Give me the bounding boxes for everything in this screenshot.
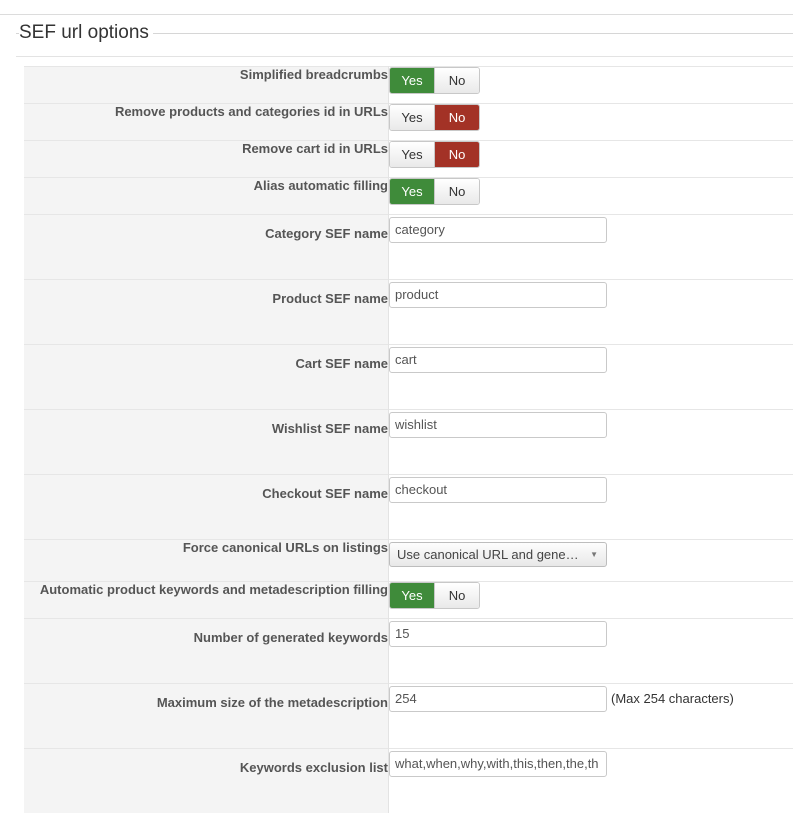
row-product-sef: Product SEF name product [24,280,793,345]
label-category-sef: Category SEF name [24,215,389,280]
row-keywords-exclusion: Keywords exclusion list what,when,why,wi… [24,749,793,813]
label-cart-sef: Cart SEF name [24,345,389,410]
yes-option[interactable]: Yes [390,179,434,204]
max-meta-hint: (Max 254 characters) [611,691,734,706]
yes-option[interactable]: Yes [390,105,434,130]
yes-option[interactable]: Yes [390,142,434,167]
label-remove-cart-id: Remove cart id in URLs [24,141,389,178]
section-title: SEF url options [19,20,153,46]
label-force-canonical: Force canonical URLs on listings [24,540,389,582]
force-canonical-selected: Use canonical URL and gene… [397,547,579,562]
row-wishlist-sef: Wishlist SEF name wishlist [24,410,793,475]
row-checkout-sef: Checkout SEF name checkout [24,475,793,540]
label-checkout-sef: Checkout SEF name [24,475,389,540]
section-divider [16,56,793,57]
fieldset-legend: SEF url options [16,20,793,46]
row-auto-keywords: Automatic product keywords and metadescr… [24,582,793,619]
yes-option[interactable]: Yes [390,583,434,608]
no-option[interactable]: No [434,68,479,93]
checkout-sef-input[interactable]: checkout [389,477,607,503]
label-product-sef: Product SEF name [24,280,389,345]
force-canonical-select[interactable]: Use canonical URL and gene… ▼ [389,542,607,567]
toggle-alias-auto[interactable]: YesNo [389,178,480,205]
toggle-auto-keywords[interactable]: YesNo [389,582,480,609]
top-divider [0,14,793,15]
row-force-canonical: Force canonical URLs on listings Use can… [24,540,793,582]
label-max-meta: Maximum size of the metadescription [24,684,389,749]
row-max-meta: Maximum size of the metadescription 254 … [24,684,793,749]
cart-sef-input[interactable]: cart [389,347,607,373]
label-auto-keywords: Automatic product keywords and metadescr… [24,582,389,619]
no-option[interactable]: No [434,583,479,608]
product-sef-input[interactable]: product [389,282,607,308]
toggle-remove-cart-id[interactable]: YesNo [389,141,480,168]
label-wishlist-sef: Wishlist SEF name [24,410,389,475]
row-alias-auto: Alias automatic filling YesNo [24,178,793,215]
yes-option[interactable]: Yes [390,68,434,93]
dropdown-caret-icon: ▼ [590,543,598,566]
category-sef-input[interactable]: category [389,217,607,243]
row-cart-sef: Cart SEF name cart [24,345,793,410]
toggle-remove-ids[interactable]: YesNo [389,104,480,131]
keywords-exclusion-input[interactable]: what,when,why,with,this,then,the,th [389,751,607,777]
label-keywords-exclusion: Keywords exclusion list [24,749,389,813]
label-alias-auto: Alias automatic filling [24,178,389,215]
wishlist-sef-input[interactable]: wishlist [389,412,607,438]
max-meta-input[interactable]: 254 [389,686,607,712]
label-simplified-breadcrumbs: Simplified breadcrumbs [24,67,389,104]
no-option[interactable]: No [434,142,479,167]
row-remove-cart-id: Remove cart id in URLs YesNo [24,141,793,178]
sef-options-table: Simplified breadcrumbs YesNo Remove prod… [24,66,793,813]
row-num-keywords: Number of generated keywords 15 [24,619,793,684]
row-simplified-breadcrumbs: Simplified breadcrumbs YesNo [24,67,793,104]
no-option[interactable]: No [434,179,479,204]
row-remove-ids: Remove products and categories id in URL… [24,104,793,141]
num-keywords-input[interactable]: 15 [389,621,607,647]
no-option[interactable]: No [434,105,479,130]
label-num-keywords: Number of generated keywords [24,619,389,684]
row-category-sef: Category SEF name category [24,215,793,280]
toggle-simplified-breadcrumbs[interactable]: YesNo [389,67,480,94]
label-remove-ids: Remove products and categories id in URL… [24,104,389,141]
